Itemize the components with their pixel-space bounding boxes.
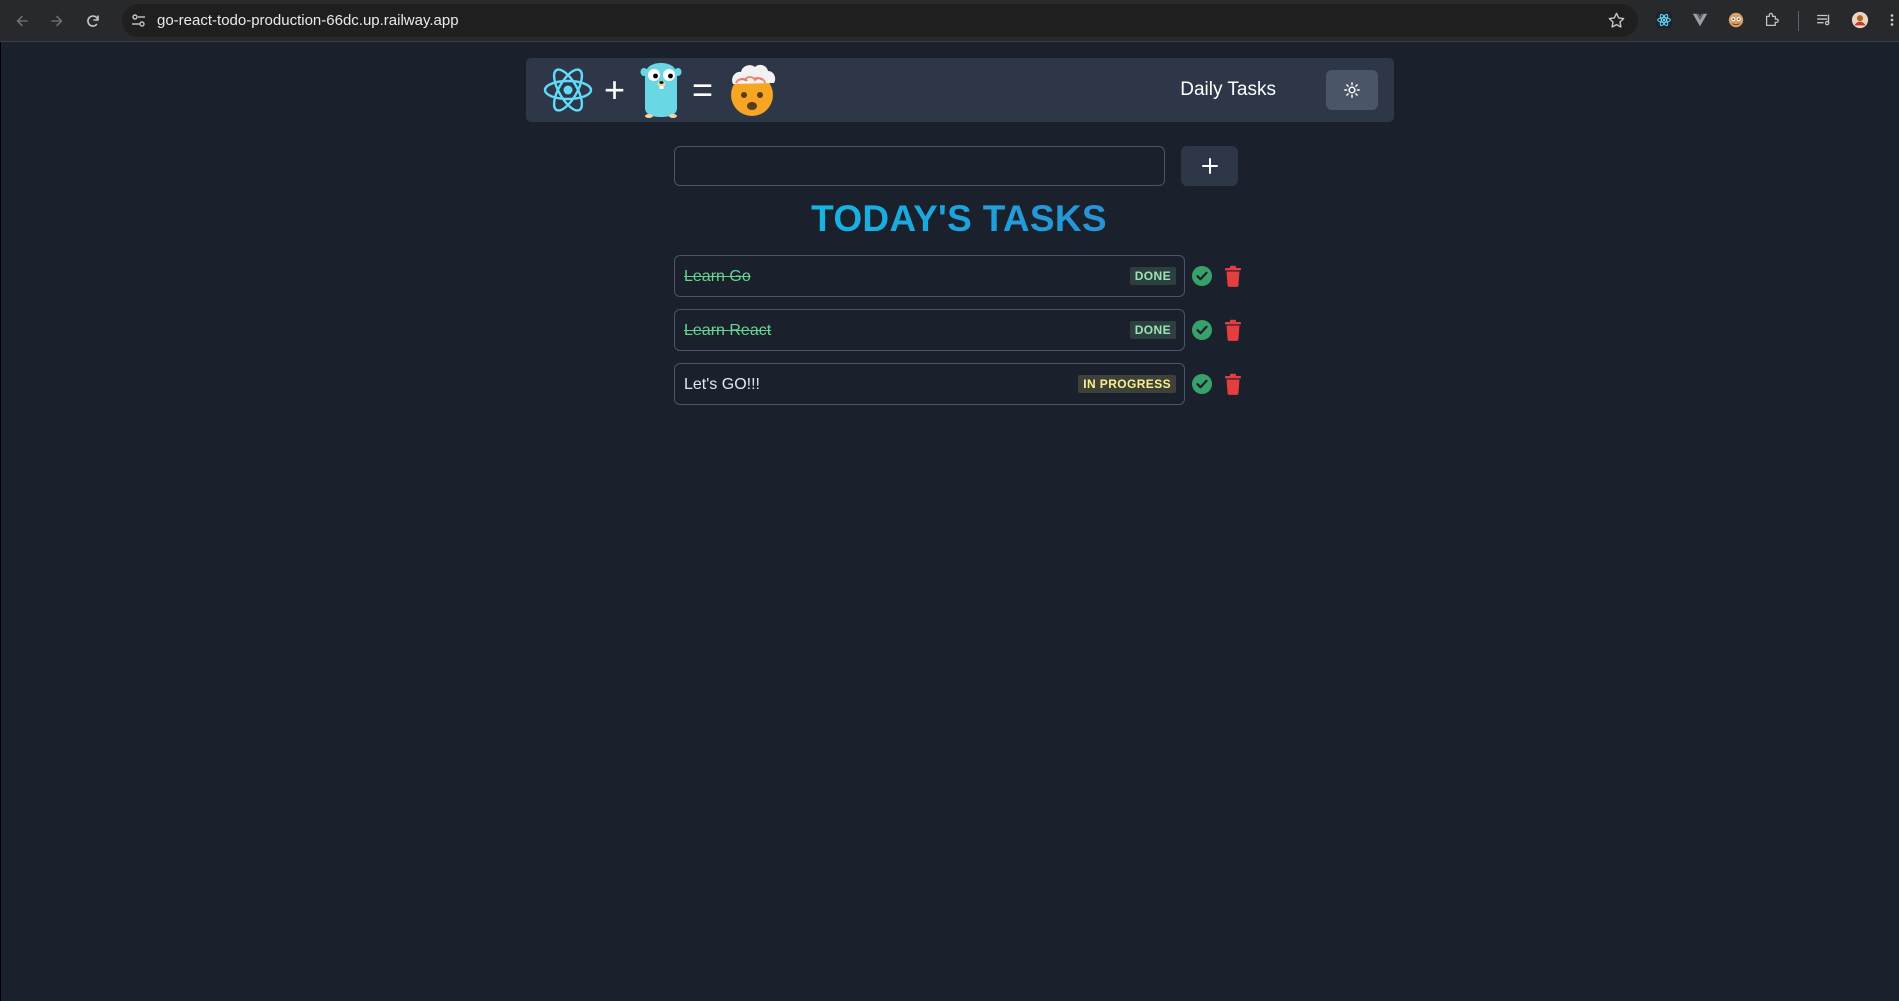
viewport-edge xyxy=(0,42,1,1001)
forward-arrow-icon[interactable] xyxy=(45,9,69,33)
browser-toolbar: go-react-todo-production-66dc.up.railway… xyxy=(0,0,1899,42)
page-title: TODAY'S TASKS xyxy=(674,198,1244,240)
task-text: Let's GO!!! xyxy=(684,376,760,393)
sun-icon xyxy=(1344,82,1360,98)
profile-avatar[interactable] xyxy=(1849,9,1871,31)
chrome-menu-icon[interactable] xyxy=(1885,9,1899,31)
theme-toggle-button[interactable] xyxy=(1326,70,1378,110)
check-circle-icon[interactable] xyxy=(1191,319,1213,341)
check-circle-icon[interactable] xyxy=(1191,265,1213,287)
reload-icon[interactable] xyxy=(81,9,105,33)
new-task-input[interactable] xyxy=(674,146,1165,186)
mind-blown-emoji-icon xyxy=(731,64,776,116)
logo-plus-sign: + xyxy=(604,69,626,110)
extension-avatar-icon[interactable] xyxy=(1725,9,1747,31)
navbar: + = Daily Tasks xyxy=(526,58,1394,122)
task-item: Learn Go DONE xyxy=(674,255,1185,297)
plus-icon xyxy=(1201,158,1218,174)
app-title: Daily Tasks xyxy=(1180,79,1276,100)
toolbar-divider xyxy=(1798,11,1799,31)
check-circle-icon[interactable] xyxy=(1191,373,1213,395)
trash-icon[interactable] xyxy=(1224,265,1242,287)
site-settings-icon[interactable] xyxy=(130,12,147,29)
trash-icon[interactable] xyxy=(1224,319,1242,341)
url-text: go-react-todo-production-66dc.up.railway… xyxy=(157,12,459,29)
logo-equals-sign: = xyxy=(692,69,714,110)
add-task-button[interactable] xyxy=(1181,146,1238,186)
go-gopher-logo-icon xyxy=(640,63,682,118)
trash-icon[interactable] xyxy=(1224,373,1242,395)
task-item: Learn React DONE xyxy=(674,309,1185,351)
react-logo-icon xyxy=(543,68,593,112)
react-devtools-extension-icon[interactable] xyxy=(1653,9,1675,31)
task-item: Let's GO!!! IN PROGRESS xyxy=(674,363,1185,405)
task-text: Learn React xyxy=(684,322,772,339)
address-bar[interactable]: go-react-todo-production-66dc.up.railway… xyxy=(122,4,1638,37)
task-text: Learn Go xyxy=(684,268,751,285)
status-badge: DONE xyxy=(1129,321,1176,339)
extensions-puzzle-icon[interactable] xyxy=(1761,9,1783,31)
vue-devtools-extension-icon[interactable] xyxy=(1689,9,1711,31)
status-badge: IN PROGRESS xyxy=(1078,375,1176,393)
bookmark-star-icon[interactable] xyxy=(1607,11,1626,30)
reading-list-icon[interactable] xyxy=(1813,9,1835,31)
back-arrow-icon[interactable] xyxy=(10,9,34,33)
status-badge: DONE xyxy=(1129,267,1176,285)
